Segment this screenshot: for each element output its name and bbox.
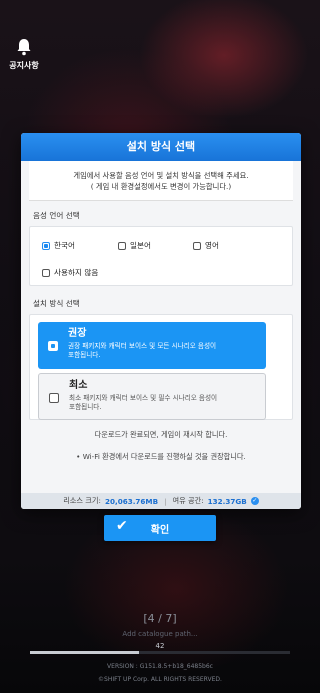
option-desc-line-2: 포함됩니다. — [69, 403, 102, 411]
storage-info-bar: 리소스 크기: 20,063.76MB | 여유 공간: 132.37GB ✓ — [21, 493, 301, 509]
confirm-label: 확인 — [150, 524, 170, 536]
intro-line-2: ( 게임 내 환경설정에서도 변경이 가능합니다.) — [90, 182, 232, 191]
wifi-note: • Wi-Fi 환경에서 다운로드를 진행하실 것을 권장합니다. — [76, 452, 246, 461]
download-progress-bar — [30, 651, 290, 654]
voice-option-label: 한국어 — [54, 241, 75, 250]
voice-option-none[interactable]: 사용하지 않음 — [42, 267, 98, 278]
voice-option-label: 일본어 — [130, 241, 151, 250]
resource-size-label: 리소스 크기: — [63, 496, 101, 505]
resource-size-value: 20,063.76MB — [104, 496, 159, 506]
voice-option-korean[interactable]: 한국어 — [42, 240, 75, 251]
voice-option-japanese[interactable]: 일본어 — [118, 240, 151, 251]
voice-option-label: 영어 — [205, 241, 219, 250]
download-percent: 42 — [155, 642, 165, 650]
option-title: 최소 — [69, 380, 88, 391]
install-option-recommended[interactable]: 권장 권장 패키지와 캐릭터 보이스 및 모든 시나리오 음성이 포함됩니다. — [38, 322, 266, 369]
voice-language-box: 한국어 일본어 영어 사용하지 않음 — [29, 226, 293, 286]
install-dialog: 설치 방식 선택 게임에서 사용할 음성 언어 및 설치 방식을 선택해 주세요… — [21, 133, 301, 509]
free-space-value: 132.37GB — [207, 496, 247, 506]
version-text: VERSION : G151.8.5+b18_6485b6c — [107, 663, 213, 670]
download-step: [4 / 7] — [143, 612, 177, 625]
restart-note: 다운로드가 완료되면, 게임이 재시작 합니다. — [94, 430, 228, 439]
option-desc-line-1: 권장 패키지와 캐릭터 보이스 및 모든 시나리오 음성이 — [68, 342, 217, 350]
copyright-text: ©SHIFT UP Corp. ALL RIGHTS RESERVED. — [98, 676, 222, 683]
notice-button[interactable]: 공지사항 — [6, 38, 42, 71]
checkbox-icon[interactable] — [193, 241, 201, 250]
download-status: Add catalogue path... — [122, 630, 198, 638]
install-section-title: 설치 방식 선택 — [33, 299, 80, 308]
bell-icon — [17, 39, 31, 56]
divider: | — [164, 496, 167, 506]
voice-section-title: 음성 언어 선택 — [33, 211, 80, 220]
dialog-title: 설치 방식 선택 — [21, 133, 301, 161]
option-desc-line-2: 포함됩니다. — [68, 351, 101, 359]
intro-line-1: 게임에서 사용할 음성 언어 및 설치 방식을 선택해 주세요. — [73, 171, 249, 180]
free-space-label: 여유 공간: — [172, 496, 204, 505]
install-option-minimum[interactable]: 최소 최소 패키지와 캐릭터 보이스 및 필수 시나리오 음성이 포함됩니다. — [38, 373, 266, 420]
option-desc-line-1: 최소 패키지와 캐릭터 보이스 및 필수 시나리오 음성이 — [69, 394, 218, 402]
radio-checked-icon[interactable] — [48, 341, 58, 351]
checkmark-icon: ✔ — [116, 518, 128, 534]
check-circle-icon: ✓ — [250, 497, 259, 505]
radio-icon[interactable] — [49, 393, 59, 403]
intro-text: 게임에서 사용할 음성 언어 및 설치 방식을 선택해 주세요. ( 게임 내 … — [29, 161, 293, 201]
checkbox-checked-icon[interactable] — [42, 241, 50, 250]
voice-option-english[interactable]: 영어 — [193, 240, 219, 251]
confirm-button[interactable]: ✔ 확인 — [104, 515, 216, 541]
notice-label: 공지사항 — [9, 61, 39, 70]
checkbox-icon[interactable] — [118, 241, 126, 250]
install-method-box: 권장 권장 패키지와 캐릭터 보이스 및 모든 시나리오 음성이 포함됩니다. … — [29, 314, 293, 420]
checkbox-icon[interactable] — [42, 268, 50, 277]
download-progress-fill — [30, 651, 140, 654]
option-title: 권장 — [68, 328, 87, 339]
voice-option-label: 사용하지 않음 — [54, 268, 99, 277]
